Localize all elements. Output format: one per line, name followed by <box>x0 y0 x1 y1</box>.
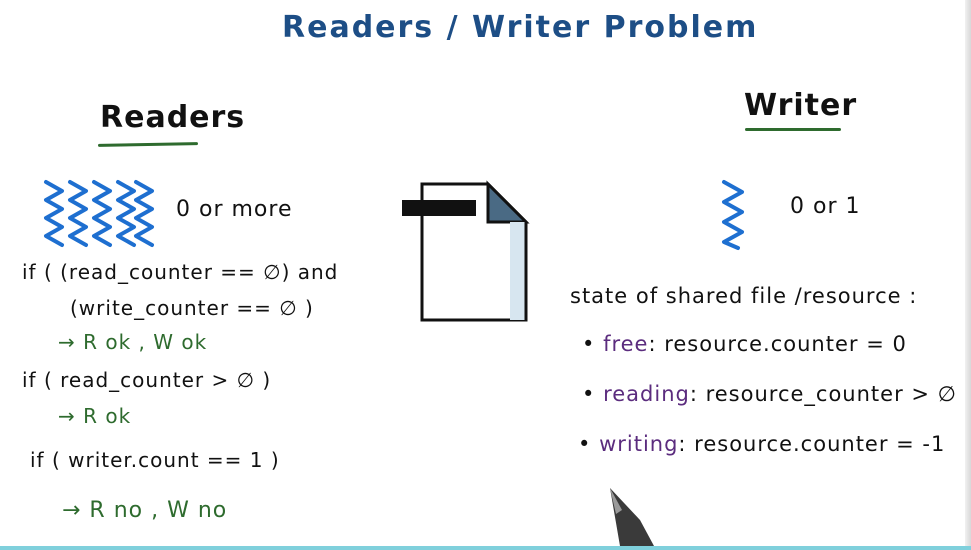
state-writing-label: writing <box>599 432 679 456</box>
squiggle-icon <box>92 180 112 247</box>
state-free-label: free <box>603 332 649 356</box>
state-free-row: • free: resource.counter = 0 <box>582 332 907 356</box>
readers-count-label: 0 or more <box>176 197 293 222</box>
reader-condition-1-cont: (write_counter == ∅ ) <box>70 296 314 320</box>
squiggle-icon <box>68 180 88 247</box>
readers-underline <box>97 142 199 147</box>
bullet: • <box>578 432 600 456</box>
state-writing-row: • writing: resource.counter = -1 <box>578 432 945 456</box>
reader-threads-icon <box>44 180 154 247</box>
bullet: • <box>582 332 604 356</box>
whiteboard: Readers / Writer Problem Readers 0 or mo… <box>0 0 971 550</box>
squiggle-icon <box>134 180 154 247</box>
state-reading-rule: : resource_counter > ∅ <box>689 382 957 406</box>
readers-heading: Readers <box>100 100 246 135</box>
state-writing-rule: : resource.counter = -1 <box>678 432 946 456</box>
reader-condition-2-result: → R ok <box>58 404 132 428</box>
document-icon <box>402 180 530 322</box>
state-reading-row: • reading: resource_counter > ∅ <box>582 382 957 406</box>
writer-underline <box>745 128 841 131</box>
writer-heading: Writer <box>744 88 858 123</box>
page-title: Readers / Writer Problem <box>282 10 759 45</box>
reader-condition-1: if ( (read_counter == ∅) and <box>22 260 339 284</box>
reader-condition-3: if ( writer.count == 1 ) <box>30 448 280 472</box>
reader-condition-3-result: → R no , W no <box>62 498 228 523</box>
bullet: • <box>582 382 604 406</box>
writer-thread-icon <box>722 180 744 250</box>
squiggle-icon <box>722 180 744 250</box>
writer-count-label: 0 or 1 <box>790 194 861 219</box>
stylus-icon <box>610 488 654 546</box>
squiggle-icon <box>44 180 64 247</box>
state-free-rule: : resource.counter = 0 <box>648 332 907 356</box>
state-heading: state of shared file /resource : <box>570 284 918 308</box>
board-edge-bottom <box>0 546 971 550</box>
state-reading-label: reading <box>603 382 690 406</box>
board-edge-right <box>965 0 971 550</box>
reader-condition-1-result: → R ok , W ok <box>58 330 208 354</box>
reader-condition-2: if ( read_counter > ∅ ) <box>22 368 272 392</box>
squiggle-icon <box>116 180 136 247</box>
